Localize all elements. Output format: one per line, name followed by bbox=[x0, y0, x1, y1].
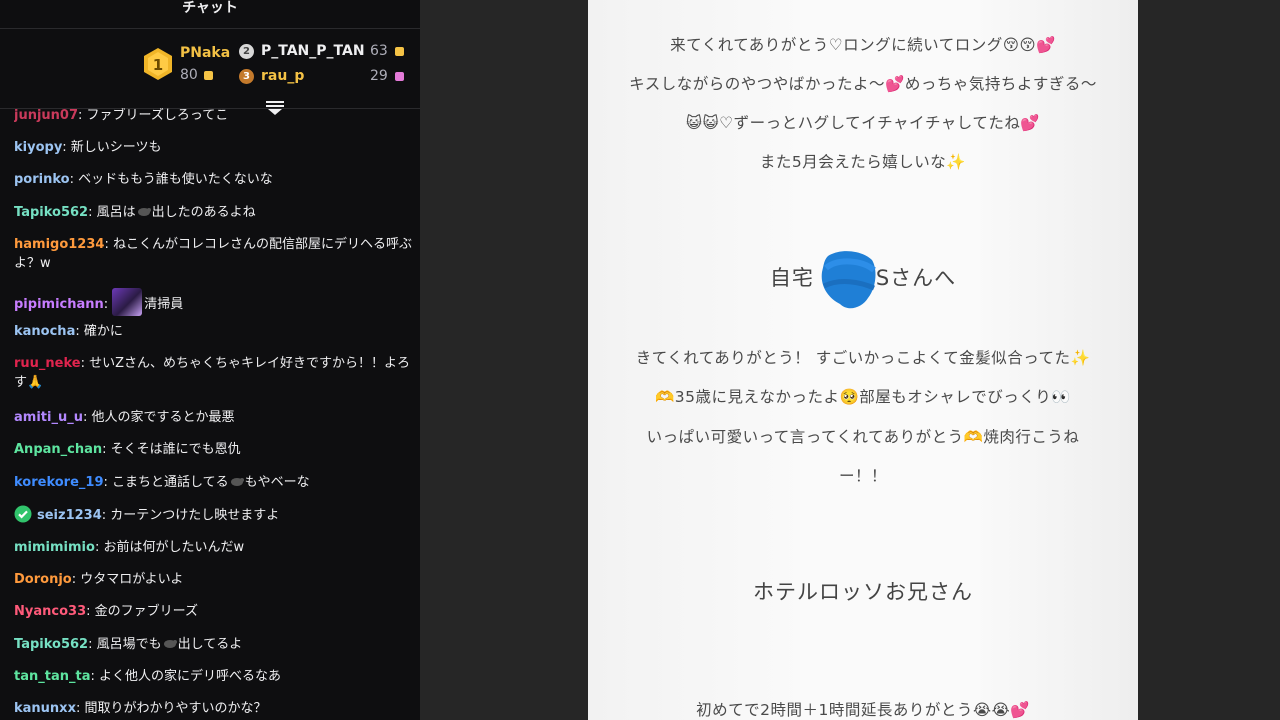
letter-heading: ホテルロッソお兄さん bbox=[753, 580, 973, 604]
chat-message-text: : 金のファブリーズ bbox=[86, 604, 198, 619]
chat-message: kanocha: 確かに bbox=[14, 322, 420, 341]
bull-emote-icon bbox=[163, 640, 177, 648]
chat-username[interactable]: Doronjo bbox=[14, 572, 72, 587]
bits-icon bbox=[204, 71, 213, 80]
chat-message: mimimimio: お前は何がしたいんだw bbox=[14, 538, 420, 557]
chat-username[interactable]: Anpan_chan bbox=[14, 442, 102, 457]
chat-message-text: もやベーな bbox=[244, 475, 310, 490]
chat-message-text: : 間取りがわかりやすいのかな？ bbox=[75, 701, 267, 716]
chat-username[interactable]: ruu_neke bbox=[14, 356, 81, 371]
rank-2-badge-icon: 2 bbox=[239, 44, 254, 59]
divider bbox=[0, 28, 420, 29]
chat-message: Tapiko562: 風呂場でも 出してるよ bbox=[14, 635, 420, 654]
bull-emote-icon bbox=[137, 208, 151, 216]
chat-message: hamigo1234: ねこくんがコレコレさんの配信部屋にデリヘる呼ぶ よ？w bbox=[14, 235, 420, 271]
letter-line: きてくれてありがとう！ すごいかっこよくて金髪似合ってた✨ bbox=[635, 349, 1091, 367]
chat-username[interactable]: Nyanco33 bbox=[14, 604, 86, 619]
chat-message-text: : 風呂場でも bbox=[88, 637, 162, 652]
leaderboard-second-score: 63 bbox=[370, 43, 388, 59]
letter-line: 😺😺♡ずーっとハグしてイチャイチャしてたね💕 bbox=[685, 114, 1041, 132]
chat-message-text: : カーテンつけたし映せますよ bbox=[101, 508, 280, 523]
leaderboard-third-score: 29 bbox=[370, 68, 388, 84]
chat-username[interactable]: amiti_u_u bbox=[14, 410, 83, 425]
chat-message: seiz1234: カーテンつけたし映せますよ bbox=[14, 505, 420, 525]
leaderboard-third-name[interactable]: rau_p bbox=[261, 68, 304, 84]
chat-message-text: : ファブリーズしろってこ bbox=[78, 108, 229, 123]
chat-username[interactable]: pipimichann bbox=[14, 297, 104, 312]
collapse-leaderboard-icon[interactable] bbox=[266, 101, 284, 115]
chat-message-text: す🙏 bbox=[14, 375, 44, 390]
letter-line: キスしながらのやつやばかったよ〜💕めっちゃ気持ちよすぎる〜 bbox=[629, 75, 1097, 93]
leaderboard-first-name[interactable]: PNaka bbox=[180, 45, 230, 61]
chat-message-text: よ？w bbox=[14, 256, 51, 271]
chat-message: ruu_neke: せいZさん、めちゃくちゃキレイ好きですから！！よろ す🙏 bbox=[14, 354, 420, 390]
chat-message-text: : 確かに bbox=[75, 324, 123, 339]
bits-icon bbox=[395, 72, 404, 81]
rank-1-number: 1 bbox=[153, 56, 163, 74]
letter-line: 🫶35歳に見えなかったよ🥺部屋もオシャレでびっくり👀 bbox=[654, 388, 1072, 406]
chat-message-text: : そくそは誰にでも恩仇 bbox=[102, 442, 241, 457]
bits-icon bbox=[395, 47, 404, 56]
chat-message-text: : ウタマロがよいよ bbox=[71, 572, 184, 587]
chat-username[interactable]: kanunxx bbox=[14, 701, 76, 716]
chat-message-text: : 風呂は bbox=[88, 205, 136, 220]
chat-message-text: 清掃員 bbox=[144, 297, 184, 312]
chat-panel: チャット 1 PNaka 80 2 P_TAN_P_TAN 63 3 rau_p… bbox=[0, 0, 420, 720]
chat-message: Anpan_chan: そくそは誰にでも恩仇 bbox=[14, 440, 420, 459]
chat-message: Tapiko562: 風呂は 出したのあるよね bbox=[14, 203, 420, 222]
chat-message: pipimichann: 清掃員 bbox=[14, 288, 420, 316]
rank-1-badge-icon: 1 bbox=[144, 48, 172, 80]
redaction-scribble bbox=[821, 251, 876, 309]
chat-message: junjun07: ファブリーズしろってこ bbox=[14, 108, 420, 125]
chat-message-text: 出したのあるよね bbox=[151, 205, 256, 220]
rank-3-badge-icon: 3 bbox=[239, 69, 254, 84]
chat-username[interactable]: mimimimio bbox=[14, 540, 95, 555]
chat-message-text: : ねこくんがコレコレさんの配信部屋にデリヘる呼ぶ bbox=[104, 237, 412, 252]
chat-message: Nyanco33: 金のファブリーズ bbox=[14, 602, 420, 621]
chat-message-text: : せいZさん、めちゃくちゃキレイ好きですから！！よろ bbox=[80, 356, 411, 371]
chat-username[interactable]: porinko bbox=[14, 172, 70, 187]
leaderboard-first-score: 80 bbox=[180, 67, 198, 83]
chat-message-text: : 新しいシーツも bbox=[62, 140, 162, 155]
chat-username[interactable]: junjun07 bbox=[14, 108, 78, 123]
chat-username[interactable]: Tapiko562 bbox=[14, 637, 88, 652]
letter-line: 初めてで2時間＋1時間延長ありがとう😭😭💕 bbox=[696, 701, 1030, 719]
chat-username[interactable]: tan_tan_ta bbox=[14, 669, 90, 684]
chat-username[interactable]: seiz1234 bbox=[37, 508, 102, 523]
chat-message: Doronjo: ウタマロがよいよ bbox=[14, 570, 420, 589]
letter-heading-text: Sさんへ bbox=[875, 266, 957, 290]
verified-badge-icon bbox=[14, 505, 32, 523]
letter-line: いっぱい可愛いって言ってくれてありがとう🫶焼肉行こうね bbox=[646, 428, 1080, 446]
chat-message: tan_tan_ta: よく他人の家にデリ呼べるなあ bbox=[14, 667, 420, 686]
avatar-emote-icon bbox=[112, 288, 143, 316]
chat-message-text: : お前は何がしたいんだw bbox=[94, 540, 245, 555]
chat-message: kanunxx: 間取りがわかりやすいのかな？ bbox=[14, 699, 420, 718]
letter-line: また5月会えたら嬉しいな✨ bbox=[759, 153, 967, 171]
chat-title: チャット bbox=[182, 0, 238, 16]
chat-message: porinko: ベッドももう誰も使いたくないな bbox=[14, 170, 420, 189]
chat-username[interactable]: korekore_19 bbox=[14, 475, 104, 490]
chat-message-text: : よく他人の家にデリ呼べるなあ bbox=[90, 669, 281, 684]
letter-line: ー！！ bbox=[838, 467, 887, 485]
chat-username[interactable]: Tapiko562 bbox=[14, 205, 88, 220]
bits-leaderboard: 1 PNaka 80 2 P_TAN_P_TAN 63 3 rau_p 29 bbox=[0, 30, 420, 108]
letter-heading-text: 自宅 bbox=[769, 266, 814, 290]
chat-message-text: : 他人の家でするとか最悪 bbox=[82, 410, 235, 425]
chat-message: korekore_19: こまちと通話してる もやベーな bbox=[14, 473, 420, 492]
chat-username[interactable]: hamigo1234 bbox=[14, 237, 104, 252]
letter-screenshot: 来てくれてありがとう♡ロングに続いてロング😚😚💕 キスしながらのやつやばかったよ… bbox=[588, 0, 1138, 720]
chat-message: kiyopy: 新しいシーツも bbox=[14, 138, 420, 157]
chat-message-list[interactable]: junjun07: ファブリーズしろってこ kiyopy: 新しいシーツも po… bbox=[14, 108, 420, 720]
chat-message-text: : ベッドももう誰も使いたくないな bbox=[69, 172, 273, 187]
bull-emote-icon bbox=[230, 478, 244, 486]
chat-message: amiti_u_u: 他人の家でするとか最悪 bbox=[14, 408, 420, 427]
stream-video[interactable]: 来てくれてありがとう♡ロングに続いてロング😚😚💕 キスしながらのやつやばかったよ… bbox=[420, 0, 1280, 720]
chat-message-text: 出してるよ bbox=[177, 637, 243, 652]
chat-username[interactable]: kiyopy bbox=[14, 140, 62, 155]
letter-line: 来てくれてありがとう♡ロングに続いてロング😚😚💕 bbox=[670, 36, 1056, 54]
chat-message-text: : こまちと通話してる bbox=[103, 475, 229, 490]
leaderboard-second-name[interactable]: P_TAN_P_TAN bbox=[261, 43, 365, 59]
chat-username[interactable]: kanocha bbox=[14, 324, 75, 339]
